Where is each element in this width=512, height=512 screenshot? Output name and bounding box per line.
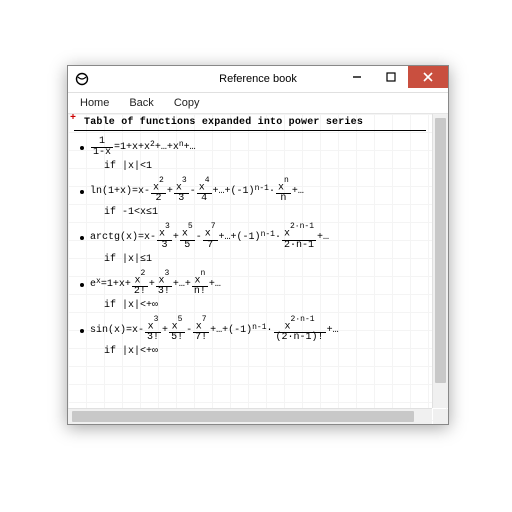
window-buttons bbox=[340, 66, 448, 88]
bullet-icon bbox=[80, 329, 84, 333]
series-condition: if |x|<+∞ bbox=[104, 301, 426, 311]
bullet-icon bbox=[80, 236, 84, 240]
menu-copy[interactable]: Copy bbox=[166, 95, 208, 111]
document-body: + Table of functions expanded into power… bbox=[68, 114, 432, 408]
insertion-marker-icon: + bbox=[70, 114, 76, 124]
series-condition: if |x|<1 bbox=[104, 162, 426, 172]
series-row: ln(1+x)=x- x22+ x33- x44 +…+(-1)n-1· xnn… bbox=[80, 180, 426, 204]
content-area: + Table of functions expanded into power… bbox=[68, 114, 448, 424]
horizontal-scrollbar[interactable] bbox=[68, 408, 432, 424]
horizontal-scroll-thumb[interactable] bbox=[72, 411, 414, 422]
series-condition: if |x|<+∞ bbox=[104, 347, 426, 357]
maximize-button[interactable] bbox=[374, 66, 408, 88]
bullet-icon bbox=[80, 146, 84, 150]
title-bar[interactable]: Reference book bbox=[68, 66, 448, 93]
page-title: Table of functions expanded into power s… bbox=[84, 118, 426, 128]
series-row: sin(x)=x- x33!+ x55!- x77! +…+(-1)n-1· x… bbox=[80, 319, 426, 343]
app-icon bbox=[74, 71, 90, 87]
divider bbox=[74, 130, 426, 131]
menu-home[interactable]: Home bbox=[72, 95, 117, 111]
vertical-scroll-thumb[interactable] bbox=[435, 118, 446, 383]
series-row: arctg(x)=x- x33+ x55- x77 +…+(-1)n-1· x2… bbox=[80, 226, 426, 250]
reference-window: Reference book Home Back Copy + Table of… bbox=[67, 65, 449, 425]
vertical-scrollbar[interactable] bbox=[432, 114, 448, 408]
series-row: 11-x =1+x+x2+…+xn+… bbox=[80, 137, 426, 158]
scroll-corner bbox=[433, 409, 448, 424]
menu-bar: Home Back Copy bbox=[68, 93, 448, 114]
minimize-button[interactable] bbox=[340, 66, 374, 88]
series-condition: if -1<x≤1 bbox=[104, 208, 426, 218]
close-button[interactable] bbox=[408, 66, 448, 88]
series-condition: if |x|≤1 bbox=[104, 255, 426, 265]
bullet-icon bbox=[80, 283, 84, 287]
menu-back[interactable]: Back bbox=[121, 95, 161, 111]
bullet-icon bbox=[80, 190, 84, 194]
series-row: ex=1+x+ x22!+ x33!+…+ xnn!+… bbox=[80, 273, 426, 297]
